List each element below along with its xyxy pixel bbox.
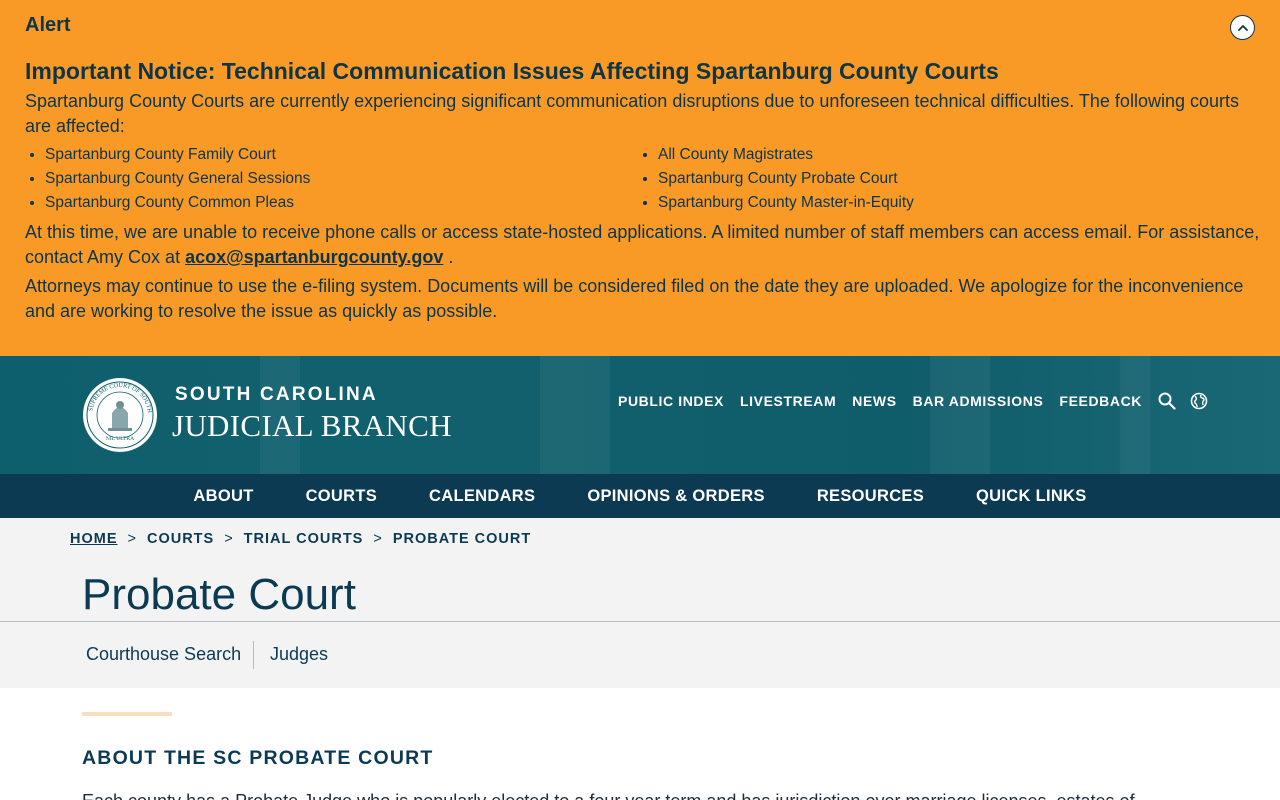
list-item: Spartanburg County Common Pleas (45, 191, 310, 215)
chevron-up-icon (1237, 24, 1248, 31)
util-link-bar-admissions[interactable]: BAR ADMISSIONS (913, 393, 1044, 409)
breadcrumb-trial-courts[interactable]: TRIAL COURTS (244, 531, 364, 547)
section-body-text: Each county has a Probate Judge who is p… (82, 788, 1198, 800)
list-item: Spartanburg County General Sessions (45, 167, 310, 191)
affected-courts-list-right: All County Magistrates Spartanburg Count… (658, 143, 914, 215)
alert-banner: Alert Important Notice: Technical Commun… (0, 0, 1280, 356)
nav-opinions-orders[interactable]: OPINIONS & ORDERS (587, 487, 764, 506)
nav-quick-links[interactable]: QUICK LINKS (976, 487, 1087, 506)
subnav-courthouse-search[interactable]: Courthouse Search (86, 644, 241, 665)
subnav-judges[interactable]: Judges (270, 644, 328, 665)
search-button[interactable] (1158, 392, 1176, 410)
language-button[interactable] (1190, 392, 1208, 410)
page-header: HOME > COURTS > TRIAL COURTS > PROBATE C… (0, 518, 1280, 621)
subnav-divider (253, 641, 254, 669)
page-title: Probate Court (82, 570, 356, 619)
util-link-public-index[interactable]: PUBLIC INDEX (618, 393, 724, 409)
affected-courts-list-left: Spartanburg County Family Court Spartanb… (45, 143, 310, 215)
alert-label: Alert (25, 14, 71, 36)
alert-contact-paragraph: At this time, we are unable to receive p… (25, 220, 1260, 270)
util-link-livestream[interactable]: LIVESTREAM (740, 393, 836, 409)
globe-icon (1190, 392, 1208, 410)
nav-about[interactable]: ABOUT (193, 487, 253, 506)
list-item: All County Magistrates (658, 143, 914, 167)
alert-intro: Spartanburg County Courts are currently … (25, 91, 1239, 136)
contact-email-link[interactable]: acox@spartanburgcounty.gov (185, 247, 443, 267)
breadcrumb: HOME > COURTS > TRIAL COURTS > PROBATE C… (70, 531, 531, 547)
brand-title-top: SOUTH CAROLINA (175, 384, 378, 405)
section-accent-bar (82, 712, 172, 716)
breadcrumb-courts[interactable]: COURTS (147, 531, 214, 547)
main-nav: ABOUT COURTS CALENDARS OPINIONS & ORDERS… (0, 474, 1280, 518)
util-link-feedback[interactable]: FEEDBACK (1059, 393, 1142, 409)
util-link-news[interactable]: NEWS (852, 393, 896, 409)
list-item: Spartanburg County Probate Court (658, 167, 914, 191)
seal-text-bottom: NIL ULTRA (106, 436, 134, 442)
nav-resources[interactable]: RESOURCES (817, 487, 924, 506)
brand-title-bottom: JUDICIAL BRANCH (172, 408, 452, 443)
breadcrumb-separator: > (127, 531, 137, 547)
breadcrumb-separator: > (224, 531, 234, 547)
site-header: SUPREME COURT OF SOUTH CAROLINA NIL ULTR… (0, 356, 1280, 474)
breadcrumb-separator: > (373, 531, 383, 547)
breadcrumb-current: PROBATE COURT (392, 531, 532, 547)
nav-courts[interactable]: COURTS (306, 487, 377, 506)
nav-calendars[interactable]: CALENDARS (429, 487, 535, 506)
alert-contact-end: . (443, 247, 454, 267)
list-item: Spartanburg County Family Court (45, 143, 310, 167)
search-icon (1158, 392, 1176, 410)
utility-nav: PUBLIC INDEX LIVESTREAM NEWS BAR ADMISSI… (618, 392, 1222, 410)
list-item: Spartanburg County Master-in-Equity (658, 191, 914, 215)
alert-collapse-button[interactable] (1230, 15, 1255, 40)
sub-nav: Courthouse Search Judges (0, 622, 1280, 688)
court-seal-logo: SUPREME COURT OF SOUTH CAROLINA NIL ULTR… (82, 377, 157, 452)
section-heading: ABOUT THE SC PROBATE COURT (82, 747, 434, 769)
breadcrumb-home[interactable]: HOME (70, 531, 118, 547)
alert-efiling-paragraph: Attorneys may continue to use the e-fili… (25, 276, 1244, 321)
alert-title: Important Notice: Technical Communicatio… (25, 58, 999, 84)
